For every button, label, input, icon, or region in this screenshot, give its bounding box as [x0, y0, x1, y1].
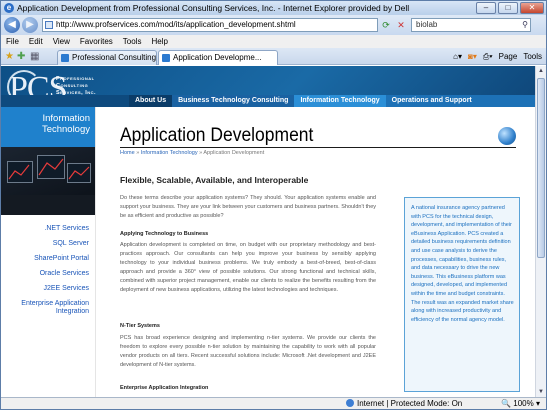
tab-application-development[interactable]: Application Developme... — [158, 50, 278, 65]
sidebar-link-oracle-services[interactable]: Oracle Services — [1, 270, 89, 278]
scrollbar-thumb[interactable] — [537, 78, 545, 258]
nav-about-us[interactable]: About Us — [129, 95, 173, 107]
tab-professional-consulting[interactable]: Professional Consulting Se... — [57, 50, 157, 65]
url-text: http://www.profservices.com/mod/its/appl… — [56, 20, 296, 29]
search-input[interactable]: biolab ⚲ — [411, 18, 531, 32]
section-paragraph-n-tier: PCS has broad experience designing and i… — [120, 335, 376, 368]
back-button[interactable]: ◀ — [4, 17, 20, 33]
callout-text: A national insurance agency partnered wi… — [411, 205, 514, 323]
search-icon[interactable]: ⚲ — [522, 19, 528, 31]
forward-button[interactable]: ▶ — [22, 17, 38, 33]
globe-zone-icon — [346, 399, 354, 407]
title-divider — [120, 147, 516, 148]
case-study-callout: A national insurance agency partnered wi… — [404, 197, 520, 392]
sidebar-title: Information Technology — [1, 107, 95, 147]
page-subtitle: Flexible, Scalable, Available, and Inter… — [120, 175, 309, 185]
vertical-scrollbar[interactable]: ▲ ▼ — [535, 66, 546, 397]
web-page: PCS Professional Consulting Services, In… — [1, 66, 535, 397]
window-title: Application Development from Professiona… — [17, 3, 410, 13]
address-input[interactable]: http://www.profservices.com/mod/its/appl… — [42, 18, 378, 32]
sidebar-link-sql-server[interactable]: SQL Server — [1, 240, 89, 248]
section-heading-n-tier: N-Tier Systems — [120, 323, 160, 329]
tab-favicon-icon — [162, 54, 170, 62]
section-heading-enterprise-integration: Enterprise Application Integration — [120, 385, 209, 391]
tab-label: Professional Consulting Se... — [72, 53, 157, 62]
nav-business-technology-consulting[interactable]: Business Technology Consulting — [172, 95, 295, 107]
maximize-button[interactable]: □ — [498, 2, 518, 14]
tab-label: Application Developme... — [173, 53, 262, 62]
chart-graphic-icon — [1, 158, 95, 215]
menu-tools[interactable]: Tools — [123, 35, 142, 48]
intro-paragraph: Do these terms describe your application… — [120, 195, 376, 219]
page-title: Application Development — [120, 125, 314, 146]
logo-company-name: Professional Consulting Services, Inc. — [56, 76, 97, 96]
status-bar: Internet | Protected Mode: On 🔍 100% ▾ — [1, 397, 546, 409]
close-button[interactable]: ✕ — [520, 2, 544, 14]
add-favorite-icon[interactable]: ✚ — [17, 51, 25, 63]
page-menu[interactable]: Page — [499, 51, 518, 63]
sidebar: Information Technology .NET Services SQL… — [1, 107, 95, 397]
sidebar-photo — [1, 147, 95, 215]
nav-information-technology[interactable]: Information Technology — [294, 95, 386, 107]
print-icon[interactable]: ⎙▾ — [483, 51, 493, 63]
globe-icon — [498, 127, 516, 145]
favorites-star-icon[interactable]: ★ — [5, 51, 14, 63]
scroll-up-icon[interactable]: ▲ — [536, 66, 546, 76]
tab-favicon-icon — [61, 54, 69, 62]
command-bar: ⌂▾ ◙▾ ⎙▾ Page Tools — [453, 51, 542, 63]
address-toolbar: ◀ ▶ http://www.profservices.com/mod/its/… — [1, 15, 546, 35]
tab-list-icon[interactable]: ▦ — [30, 51, 39, 63]
minimize-button[interactable]: – — [476, 2, 496, 14]
browser-window: e Application Development from Professio… — [0, 0, 547, 410]
section-heading-applying-technology: Applying Technology to Business — [120, 231, 209, 237]
menu-view[interactable]: View — [53, 35, 70, 48]
breadcrumb: Home » Information Technology » Applicat… — [120, 150, 265, 156]
page-icon — [45, 21, 53, 29]
ie-logo-icon: e — [4, 3, 14, 13]
security-zone[interactable]: Internet | Protected Mode: On — [346, 398, 462, 409]
zoom-level[interactable]: 🔍 100% ▾ — [501, 398, 540, 409]
breadcrumb-home[interactable]: Home — [120, 150, 135, 156]
sidebar-link-enterprise-application-integration[interactable]: Enterprise Application Integration — [1, 300, 89, 316]
sidebar-link-j2ee-services[interactable]: J2EE Services — [1, 285, 89, 293]
menu-file[interactable]: File — [6, 35, 19, 48]
tab-bar: ★ ✚ ▦ Professional Consulting Se... Appl… — [1, 48, 546, 65]
refresh-icon[interactable]: ⟳ — [379, 18, 393, 32]
tools-menu[interactable]: Tools — [523, 51, 542, 63]
search-value: biolab — [416, 20, 438, 29]
nav-operations-and-support[interactable]: Operations and Support — [385, 95, 535, 107]
sidebar-link-sharepoint-portal[interactable]: SharePoint Portal — [1, 255, 89, 263]
title-bar: e Application Development from Professio… — [1, 1, 546, 15]
menu-help[interactable]: Help — [151, 35, 167, 48]
menu-favorites[interactable]: Favorites — [80, 35, 113, 48]
sidebar-links: .NET Services SQL Server SharePoint Port… — [1, 225, 89, 323]
stop-icon[interactable]: ✕ — [394, 18, 408, 32]
sidebar-link-net-services[interactable]: .NET Services — [1, 225, 89, 233]
section-paragraph-applying-technology: Application development is completed on … — [120, 242, 376, 293]
feeds-icon[interactable]: ◙▾ — [468, 51, 477, 63]
breadcrumb-current: Application Development — [203, 150, 265, 156]
home-icon[interactable]: ⌂▾ — [453, 51, 462, 63]
menu-edit[interactable]: Edit — [29, 35, 43, 48]
site-nav: About Us Business Technology Consulting … — [1, 95, 535, 107]
scroll-down-icon[interactable]: ▼ — [536, 387, 546, 397]
breadcrumb-information-technology[interactable]: Information Technology — [141, 150, 198, 156]
main-content: Application Development Home » Informati… — [95, 107, 535, 397]
menu-bar: File Edit View Favorites Tools Help — [1, 35, 546, 48]
